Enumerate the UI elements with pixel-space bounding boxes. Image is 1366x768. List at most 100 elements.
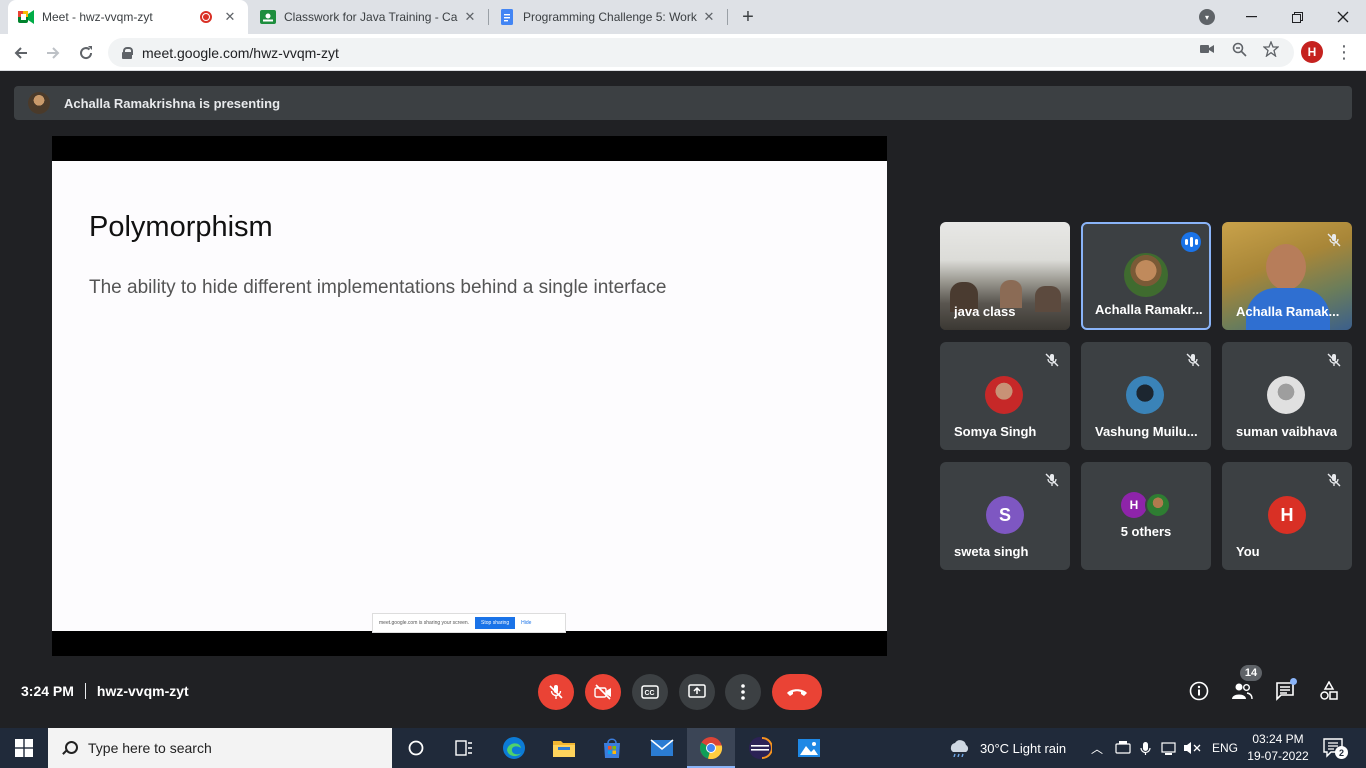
chrome-menu-icon[interactable]: ⋮ (1335, 42, 1353, 62)
more-options-button[interactable] (725, 674, 761, 710)
participant-name: sweta singh (954, 544, 1029, 559)
captions-button[interactable]: CC (632, 674, 668, 710)
presenter-face (1266, 244, 1306, 290)
bookmark-star-icon[interactable] (1263, 41, 1279, 57)
chrome-icon (700, 737, 723, 760)
shared-screen: Polymorphism The ability to hide differe… (52, 136, 887, 656)
chrome-app-button[interactable] (687, 728, 735, 768)
close-tab-icon[interactable]: ✕ (462, 9, 478, 25)
participant-tile[interactable]: Somya Singh (940, 342, 1070, 450)
mail-icon (650, 739, 674, 756)
meeting-details-button[interactable] (1186, 678, 1212, 704)
mic-off-icon (1183, 350, 1203, 370)
start-button[interactable] (0, 728, 48, 768)
others-photo-avatar (1145, 492, 1171, 518)
participant-avatar (985, 376, 1023, 414)
zoom-icon[interactable] (1231, 41, 1247, 57)
search-icon (62, 741, 78, 755)
others-tile[interactable]: H 5 others (1081, 462, 1211, 570)
participant-name: suman vaibhava (1236, 424, 1338, 439)
eclipse-app-button[interactable] (736, 728, 784, 768)
people-icon (1232, 683, 1253, 700)
show-hidden-icons-chevron-icon[interactable]: ︿ (1091, 728, 1103, 768)
tab-search-icon[interactable]: ▾ (1199, 9, 1215, 25)
photos-app-button[interactable] (785, 728, 833, 768)
minimize-button[interactable] (1228, 0, 1274, 34)
presenter-avatar (28, 92, 50, 114)
self-tile[interactable]: H You (1222, 462, 1352, 570)
camera-in-use-icon[interactable] (1199, 41, 1215, 57)
participant-avatar (1124, 253, 1168, 297)
cortana-button[interactable] (392, 728, 440, 768)
presentation-slide: Polymorphism The ability to hide differe… (52, 161, 887, 633)
file-explorer-button[interactable] (540, 728, 588, 768)
mic-off-icon (549, 685, 563, 699)
google-meet-icon (18, 9, 34, 25)
participant-tile[interactable]: java class (940, 222, 1070, 330)
participant-tile[interactable]: Vashung Muilu... (1081, 342, 1211, 450)
edge-app-button[interactable] (490, 728, 538, 768)
camera-toggle-button[interactable] (585, 674, 621, 710)
activities-button[interactable] (1316, 678, 1342, 704)
mic-off-icon (1042, 470, 1062, 490)
divider (84, 683, 86, 699)
present-now-button[interactable] (679, 674, 715, 710)
input-language[interactable]: ENG (1212, 728, 1238, 768)
recording-icon (200, 11, 212, 23)
reload-button[interactable] (73, 40, 99, 66)
mic-off-icon (1324, 350, 1344, 370)
participant-tile-speaking[interactable]: Achalla Ramakr... (1081, 222, 1211, 330)
close-window-button[interactable] (1320, 0, 1366, 34)
clock-date: 19-07-2022 (1247, 749, 1309, 763)
participant-count-badge: 14 (1240, 665, 1262, 681)
windows-logo-icon (15, 739, 33, 757)
forward-button[interactable] (40, 40, 66, 66)
stop-sharing-button: Stop sharing (475, 617, 516, 629)
restore-button[interactable] (1274, 0, 1320, 34)
weather-text[interactable]: 30°C Light rain (980, 728, 1066, 768)
task-view-button[interactable] (440, 728, 488, 768)
profile-avatar[interactable]: H (1301, 41, 1323, 63)
taskbar-clock[interactable]: 03:24 PM 19-07-2022 (1244, 731, 1312, 765)
screen-share-notice: meet.google.com is sharing your screen. … (372, 613, 566, 633)
tab-title: Meet - hwz-vvqm-zyt (42, 10, 153, 24)
tab-classroom[interactable]: Classwork for Java Training - Cam ✕ (250, 0, 488, 34)
notification-center-button[interactable]: 2 (1322, 736, 1348, 760)
activities-shapes-icon (1320, 681, 1338, 700)
browser-tab-strip: Meet - hwz-vvqm-zyt ✕ Classwork for Java… (0, 0, 1366, 34)
info-icon (1189, 681, 1209, 701)
mail-app-button[interactable] (638, 728, 686, 768)
close-tab-icon[interactable]: ✕ (222, 9, 238, 25)
participant-tile[interactable]: Achalla Ramak... (1222, 222, 1352, 330)
tab-meet[interactable]: Meet - hwz-vvqm-zyt ✕ (8, 0, 248, 34)
others-count-label: 5 others (1120, 524, 1172, 539)
photos-icon (798, 739, 820, 757)
mic-off-icon (1042, 350, 1062, 370)
close-tab-icon[interactable]: ✕ (701, 9, 717, 25)
participant-name: You (1236, 544, 1260, 559)
store-app-button[interactable] (588, 728, 636, 768)
participant-tile[interactable]: suman vaibhava (1222, 342, 1352, 450)
address-bar[interactable]: meet.google.com/hwz-vvqm-zyt (108, 38, 1294, 67)
meeting-info: 3:24 PM hwz-vvqm-zyt (21, 683, 189, 699)
participant-name: Achalla Ramakr... (1095, 302, 1203, 317)
presenting-banner: Achalla Ramakrishna is presenting (14, 86, 1352, 120)
weather-icon[interactable] (944, 728, 974, 768)
participant-tile[interactable]: S sweta singh (940, 462, 1070, 570)
mic-off-icon (1324, 230, 1344, 250)
leave-call-button[interactable] (772, 674, 822, 710)
new-tab-button[interactable]: + (738, 7, 758, 27)
tab-docs[interactable]: Programming Challenge 5: Worki ✕ (489, 0, 727, 34)
mic-off-icon (1324, 470, 1344, 490)
back-button[interactable] (8, 40, 34, 66)
mic-toggle-button[interactable] (538, 674, 574, 710)
self-letter-avatar: H (1268, 496, 1306, 534)
taskbar-search-box[interactable]: Type here to search (48, 728, 392, 768)
end-call-icon (787, 689, 807, 696)
lock-icon (122, 46, 133, 59)
people-button[interactable] (1229, 678, 1255, 704)
store-icon (604, 738, 620, 758)
tab-title: Programming Challenge 5: Worki (523, 10, 697, 24)
meet-call-area: Achalla Ramakrishna is presenting Polymo… (0, 71, 1366, 728)
notification-count: 2 (1335, 746, 1348, 759)
